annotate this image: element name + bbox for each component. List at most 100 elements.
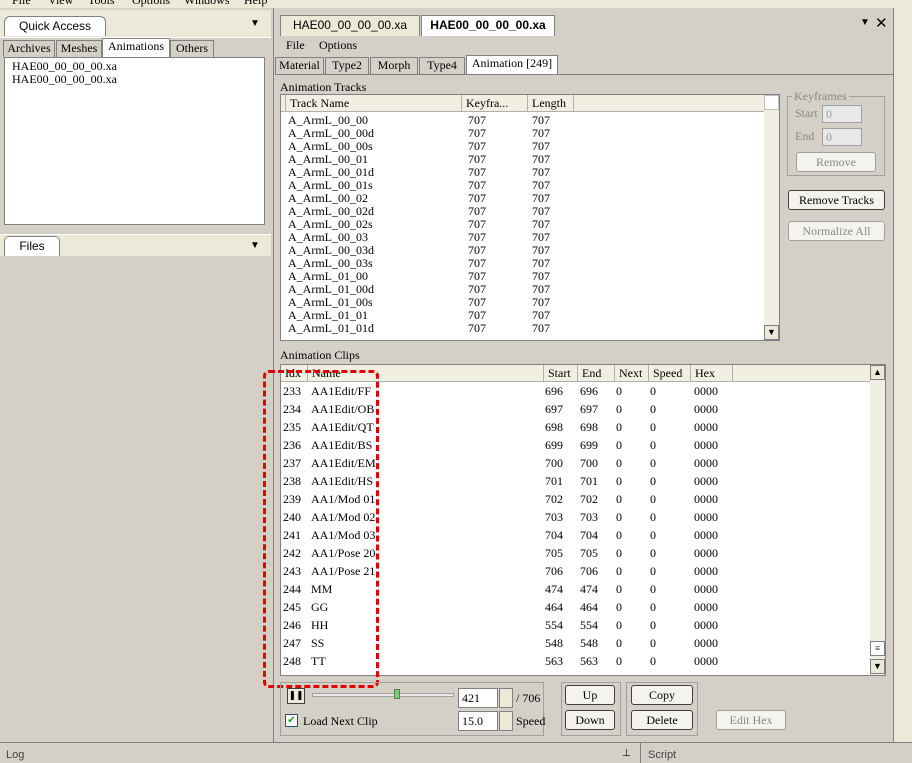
tab-quick-access[interactable]: Quick Access: [4, 16, 106, 36]
clip-start: 554: [545, 618, 563, 632]
col-end[interactable]: End: [578, 365, 615, 382]
scroll-down-icon[interactable]: ▼: [764, 325, 779, 340]
subtab-others[interactable]: Others: [170, 40, 214, 57]
clip-end: 700: [580, 456, 598, 470]
clip-next: 0: [616, 582, 622, 596]
menu-view[interactable]: View: [48, 0, 73, 8]
clip-speed: 0: [650, 510, 656, 524]
col-speed[interactable]: Speed: [649, 365, 691, 382]
down-button[interactable]: Down: [565, 710, 615, 730]
tab-type2[interactable]: Type2: [325, 57, 369, 74]
list-item[interactable]: HAE00_00_00_00.xa: [12, 73, 257, 86]
clip-hex: 0000: [694, 564, 718, 578]
clip-hex: 0000: [694, 528, 718, 542]
tab-material[interactable]: Material: [275, 57, 324, 74]
end-spinner[interactable]: 0: [822, 128, 862, 146]
editor-menu-options[interactable]: Options: [319, 38, 357, 53]
clips-scrollbar[interactable]: ▲ ≡ ▼: [870, 365, 885, 675]
col-next[interactable]: Next: [615, 365, 649, 382]
track-length: 707: [532, 321, 550, 335]
speed-spinner[interactable]: [499, 711, 513, 731]
clip-hex: 0000: [694, 384, 718, 398]
copy-button[interactable]: Copy: [631, 685, 693, 705]
clip-next: 0: [616, 492, 622, 506]
frame-spinner[interactable]: [499, 688, 513, 708]
normalize-all-button[interactable]: Normalize All: [788, 221, 885, 241]
clip-next: 0: [616, 654, 622, 668]
clip-end: 464: [580, 600, 598, 614]
col-track-name[interactable]: Track Name: [286, 95, 462, 112]
remove-tracks-button[interactable]: Remove Tracks: [788, 190, 885, 210]
menu-tools[interactable]: Tools: [88, 0, 115, 8]
tab-files[interactable]: Files: [4, 236, 60, 256]
col-keyframes[interactable]: Keyfra...: [462, 95, 528, 112]
clips-label: Animation Clips: [280, 348, 360, 362]
clip-next: 0: [616, 384, 622, 398]
track-keyframes: 707: [468, 321, 486, 335]
edit-hex-button[interactable]: Edit Hex: [716, 710, 786, 730]
chevron-down-icon[interactable]: ▼: [250, 240, 260, 251]
clip-next: 0: [616, 618, 622, 632]
playback-slider[interactable]: [312, 689, 454, 703]
remove-keyframe-button[interactable]: Remove: [796, 152, 876, 172]
clip-speed: 0: [650, 582, 656, 596]
chevron-down-icon[interactable]: ▼: [860, 17, 870, 28]
scroll-thumb[interactable]: ≡: [870, 641, 885, 656]
start-spinner[interactable]: 0: [822, 105, 862, 123]
subtab-meshes[interactable]: Meshes: [56, 40, 102, 57]
up-button[interactable]: Up: [565, 685, 615, 705]
scroll-thumb[interactable]: [764, 95, 779, 110]
clip-hex: 0000: [694, 420, 718, 434]
slider-thumb[interactable]: [394, 689, 400, 699]
scroll-up-icon[interactable]: ▲: [870, 365, 885, 380]
subtab-animations[interactable]: Animations: [102, 38, 170, 57]
pin-icon[interactable]: ⊥: [622, 748, 631, 759]
tab-animation[interactable]: Animation [249]: [466, 55, 558, 74]
load-next-clip-label: Load Next Clip: [303, 714, 378, 728]
clip-end: 696: [580, 384, 598, 398]
delete-button[interactable]: Delete: [631, 710, 693, 730]
clip-start: 474: [545, 582, 563, 596]
subtab-archives[interactable]: Archives: [3, 40, 55, 57]
clip-speed: 0: [650, 420, 656, 434]
clip-next: 0: [616, 546, 622, 560]
menu-windows[interactable]: Windows: [184, 0, 230, 8]
tracks-scrollbar[interactable]: ▼: [764, 95, 779, 340]
col-start[interactable]: Start: [544, 365, 578, 382]
clip-end: 701: [580, 474, 598, 488]
tab-script[interactable]: Script: [648, 749, 676, 761]
clip-start: 704: [545, 528, 563, 542]
clip-speed: 0: [650, 546, 656, 560]
track-name: A_ArmL_01_01d: [288, 321, 374, 335]
pause-icon[interactable]: ❚❚: [287, 688, 305, 704]
menu-help[interactable]: Help: [244, 0, 267, 8]
menu-options[interactable]: Options: [132, 0, 170, 8]
tab-morph[interactable]: Morph: [370, 57, 418, 74]
clip-speed: 0: [650, 636, 656, 650]
tab-type4[interactable]: Type4: [419, 57, 465, 74]
close-icon[interactable]: ✕: [875, 14, 888, 32]
frame-input[interactable]: 421: [458, 688, 498, 708]
clip-hex: 0000: [694, 402, 718, 416]
load-next-clip-checkbox[interactable]: ✔: [285, 714, 298, 727]
col-length[interactable]: Length: [528, 95, 574, 112]
doc-tab[interactable]: HAE00_00_00_00.xa: [280, 15, 420, 36]
clip-speed: 0: [650, 474, 656, 488]
scroll-down-icon[interactable]: ▼: [870, 659, 885, 674]
tracks-list[interactable]: Track Name Keyfra... Length A_ArmL_00_00…: [280, 94, 780, 341]
doc-tab-active[interactable]: HAE00_00_00_00.xa: [421, 15, 555, 36]
clip-end: 474: [580, 582, 598, 596]
side-panel-strip: [893, 8, 912, 742]
col-hex[interactable]: Hex: [691, 365, 733, 382]
speed-input[interactable]: 15.0: [458, 711, 498, 731]
clip-next: 0: [616, 564, 622, 578]
track-row[interactable]: A_ArmL_01_01d 707 707: [281, 322, 764, 335]
menu-file[interactable]: File: [12, 0, 31, 8]
tab-log[interactable]: Log: [6, 749, 24, 761]
clip-start: 696: [545, 384, 563, 398]
start-label: Start: [795, 106, 818, 120]
clip-next: 0: [616, 402, 622, 416]
clip-hex: 0000: [694, 618, 718, 632]
editor-menu-file[interactable]: File: [286, 38, 305, 53]
chevron-down-icon[interactable]: ▼: [250, 18, 260, 29]
